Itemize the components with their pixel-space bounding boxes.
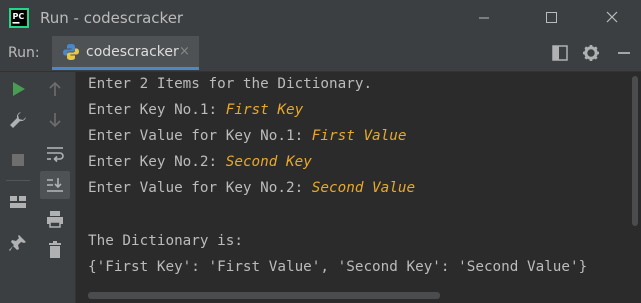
scroll-to-end-icon: [47, 178, 63, 192]
console-line: Enter Key No.1: First Key: [88, 102, 304, 118]
console-line: Enter Value for Key No.1: First Value: [88, 128, 407, 144]
title-bar: PC Run - codescracker: [0, 0, 641, 36]
vertical-scrollbar[interactable]: [629, 72, 641, 289]
console-output[interactable]: Enter 2 Items for the Dictionary. Enter …: [77, 72, 629, 289]
console-line: Enter Key No.2: Second Key: [88, 154, 312, 170]
minimize-icon: [479, 17, 489, 19]
console-line: Enter 2 Items for the Dictionary.: [88, 76, 373, 92]
window-title: Run - codescracker: [40, 9, 184, 27]
tab-close-icon[interactable]: ×: [179, 44, 190, 59]
console-line: Enter Value for Key No.2: Second Value: [88, 180, 416, 196]
soft-wrap-icon[interactable]: [45, 144, 65, 164]
scroll-down-icon[interactable]: [45, 110, 65, 130]
print-icon[interactable]: [45, 209, 65, 229]
run-toolbar-left: [0, 72, 36, 303]
console-toolbar: [36, 72, 76, 303]
horizontal-scrollbar[interactable]: [77, 289, 641, 303]
pin-icon[interactable]: [8, 233, 28, 253]
layout-icon[interactable]: [551, 44, 569, 62]
pycharm-logo-icon: PC: [9, 8, 29, 28]
horizontal-scrollbar-thumb[interactable]: [88, 292, 440, 299]
gear-icon[interactable]: [582, 44, 600, 62]
tab-label: codescracker: [86, 44, 179, 60]
close-icon: [606, 11, 618, 23]
maximize-button[interactable]: [528, 0, 574, 36]
maximize-icon: [546, 12, 557, 23]
stop-icon[interactable]: [8, 150, 28, 170]
scroll-to-end-button[interactable]: [40, 171, 70, 199]
console-line: The Dictionary is:: [88, 233, 243, 249]
rerun-icon[interactable]: [8, 79, 28, 99]
run-label: Run:: [8, 45, 40, 61]
wrench-icon[interactable]: [8, 110, 28, 130]
console-line: {'First Key': 'First Value', 'Second Key…: [88, 259, 588, 275]
svg-text:PC: PC: [13, 12, 25, 21]
vertical-scrollbar-thumb[interactable]: [632, 76, 638, 226]
minimize-button[interactable]: [461, 0, 507, 36]
layout-icon[interactable]: [8, 192, 28, 212]
python-file-icon: [63, 44, 79, 60]
trash-icon[interactable]: [45, 240, 65, 260]
hide-icon[interactable]: [615, 44, 633, 62]
close-button[interactable]: [590, 0, 636, 36]
scroll-up-icon[interactable]: [45, 79, 65, 99]
toolbar-divider: [6, 180, 30, 181]
tab-codescracker[interactable]: codescracker ×: [52, 36, 199, 70]
